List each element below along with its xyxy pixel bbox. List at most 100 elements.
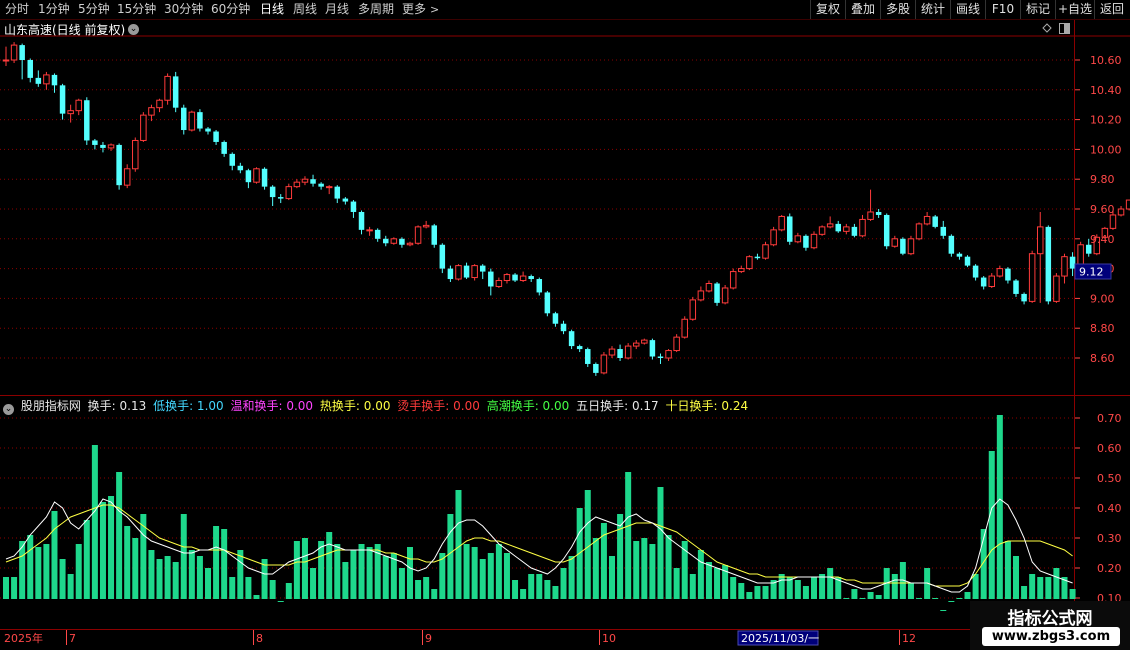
- watermark-url: www.zbgs3.com: [982, 627, 1120, 646]
- candle-body-up: [164, 75, 171, 101]
- turnover-bar: [964, 592, 971, 599]
- candle-body-up: [10, 44, 18, 61]
- turnover-bar: [1004, 541, 1011, 599]
- candle-body-up: [867, 211, 874, 220]
- price-tick-label: 9.40: [1090, 233, 1115, 246]
- turnover-bar: [342, 562, 349, 599]
- turnover-bar: [108, 496, 115, 599]
- candle-body-up: [285, 186, 293, 200]
- turnover-bar: [503, 553, 510, 599]
- candle-body-up: [1028, 253, 1036, 302]
- candle-body-down: [657, 356, 664, 358]
- candle-body-down: [100, 144, 106, 148]
- indicator-tick-label: 0.30: [1097, 532, 1122, 545]
- turnover-bar: [657, 487, 664, 599]
- turnover-bar: [301, 538, 308, 599]
- turnover-bar: [447, 514, 454, 599]
- candle-body-up: [123, 168, 131, 186]
- indicator-value-5day-turnover: 五日换手: 0.17: [576, 399, 659, 413]
- candle-body-up: [519, 275, 527, 282]
- indicator-tick-label: 0.40: [1097, 502, 1122, 515]
- turnover-bar: [140, 514, 147, 599]
- turnover-bar: [891, 574, 898, 599]
- turnover-bar: [932, 598, 939, 599]
- candle-body-up: [778, 215, 785, 231]
- candle-body-down: [237, 165, 244, 171]
- candle-body-down: [51, 74, 58, 86]
- turnover-bar: [3, 577, 9, 599]
- turnover-bar: [27, 535, 34, 599]
- candle-body-up: [762, 244, 769, 259]
- turnover-bar: [221, 529, 228, 599]
- candle-body-up: [721, 287, 729, 304]
- turnover-bar: [552, 586, 559, 599]
- candle-body-up: [75, 99, 82, 112]
- indicator-value-hot-turnover: 热换手: 0.00: [319, 399, 391, 413]
- candle-body-up: [859, 218, 866, 237]
- candle-body-up: [140, 114, 147, 141]
- candle-body-down: [19, 45, 25, 60]
- candle-body-up: [414, 226, 422, 244]
- candle-body-down: [116, 144, 122, 186]
- turnover-bar: [730, 577, 737, 599]
- diamond-icon[interactable]: [1042, 23, 1052, 33]
- candle-body-up: [665, 350, 672, 359]
- candle-body-up: [705, 283, 713, 292]
- indicator-tick-label: 0.70: [1097, 412, 1122, 425]
- candle-body-down: [1005, 268, 1011, 281]
- candle-body-down: [649, 340, 656, 357]
- candle-body-up: [738, 268, 745, 273]
- turnover-bar: [229, 577, 236, 599]
- turnover-bar: [536, 574, 543, 599]
- candle-body-up: [729, 271, 737, 289]
- candle-body-up: [43, 74, 50, 85]
- turnover-bar: [802, 586, 809, 599]
- candle-body-up: [406, 242, 414, 246]
- turnover-bar: [415, 580, 422, 599]
- candle-body-down: [27, 60, 33, 78]
- turnover-bar: [293, 541, 300, 599]
- chart-area[interactable]: 10.6010.4010.2010.009.809.609.409.209.00…: [0, 0, 1130, 650]
- turnover-bar: [609, 556, 615, 599]
- candle-body-down: [181, 107, 187, 131]
- candle-body-down: [92, 140, 98, 145]
- price-tick-label: 8.60: [1090, 352, 1115, 365]
- turnover-bar: [479, 559, 486, 599]
- turnover-bar: [463, 544, 470, 599]
- candle-body-down: [560, 323, 567, 332]
- candle-body-down: [84, 100, 90, 141]
- candle-body-down: [342, 198, 349, 202]
- candle-body-up: [1125, 199, 1130, 210]
- turnover-bar: [366, 547, 373, 599]
- turnover-bars: [3, 415, 1076, 611]
- turnover-bar: [528, 574, 535, 599]
- candle-body-up: [915, 223, 923, 240]
- candle-body-down: [714, 283, 720, 303]
- turnover-bar: [705, 562, 712, 599]
- candle-body-down: [754, 256, 761, 259]
- time-label-sep: 9: [425, 632, 432, 645]
- candle-body-down: [245, 170, 252, 183]
- turnover-bar: [326, 532, 333, 599]
- candle-body-up: [826, 223, 834, 228]
- candle-body-up: [891, 238, 899, 247]
- candle-body-down: [261, 168, 268, 187]
- indicator-dropdown-icon[interactable]: ⌄: [3, 404, 14, 415]
- candle-body-up: [988, 275, 996, 287]
- turnover-bar: [213, 526, 220, 599]
- candle-body-up: [253, 168, 260, 183]
- indicator-tick-label: 0.20: [1097, 562, 1122, 575]
- turnover-bar: [83, 520, 90, 599]
- turnover-bar: [382, 556, 389, 599]
- candle-body-down: [883, 214, 890, 247]
- candle-body-down: [383, 238, 389, 244]
- candle-body-up: [1117, 208, 1125, 216]
- candle-body-up: [366, 229, 373, 232]
- grid-lines: [0, 59, 1074, 599]
- candle-body-down: [334, 186, 341, 199]
- turnover-bar: [358, 544, 365, 599]
- turnover-bar: [91, 445, 98, 599]
- turnover-bar: [148, 550, 155, 599]
- turnover-bar: [916, 598, 923, 599]
- indicator-name[interactable]: 股朋指标网: [21, 399, 81, 413]
